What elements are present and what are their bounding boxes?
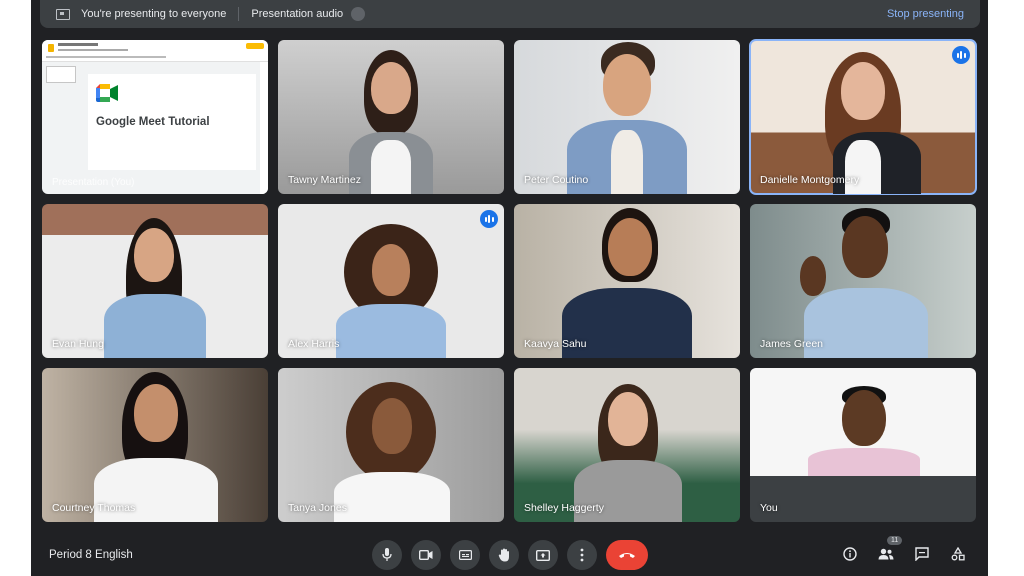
share-button — [246, 43, 264, 49]
presentation-audio-label: Presentation audio — [251, 8, 344, 20]
google-meet-logo-icon — [96, 84, 118, 102]
info-icon — [843, 547, 857, 561]
activities-icon — [951, 547, 965, 561]
participant-video — [788, 204, 938, 358]
participant-video — [552, 204, 702, 358]
participant-video — [557, 40, 697, 194]
participant-video — [552, 368, 702, 522]
hand-icon — [498, 548, 509, 562]
participant-tile[interactable]: Courtney Thomas — [42, 368, 268, 522]
slides-doc-icon — [48, 44, 54, 52]
participant-name: Danielle Montgomery — [760, 174, 860, 186]
participant-tile[interactable]: Shelley Haggerty — [514, 368, 740, 522]
more-vert-icon — [580, 548, 584, 562]
side-panel-controls: 11 — [841, 536, 967, 563]
divider — [238, 7, 240, 21]
participant-video — [793, 40, 933, 194]
camera-button[interactable] — [411, 540, 441, 570]
slides-toolbar — [42, 40, 268, 62]
participant-name: Courtney Thomas — [52, 502, 136, 514]
presentation-tile[interactable]: Google Meet Tutorial Presentation (You) — [42, 40, 268, 194]
participant-tile[interactable]: Alex Harris — [278, 204, 504, 358]
raise-hand-button[interactable] — [489, 540, 519, 570]
participant-tile[interactable]: Tanya Jones — [278, 368, 504, 522]
participant-tile[interactable]: Kaavya Sahu — [514, 204, 740, 358]
presentation-name-label: Presentation (You) — [52, 177, 135, 188]
participant-name: You — [760, 502, 778, 514]
participant-video — [316, 368, 466, 522]
microphone-icon — [382, 548, 392, 561]
participant-tile[interactable]: Peter Coutino — [514, 40, 740, 194]
activities-button[interactable] — [949, 545, 967, 563]
participant-name: James Green — [760, 338, 824, 350]
leave-call-button[interactable] — [606, 540, 648, 570]
slide-thumbnail — [46, 66, 76, 83]
participant-video — [80, 368, 230, 522]
present-screen-icon — [536, 549, 550, 561]
participant-grid: Google Meet Tutorial Presentation (You) … — [42, 39, 977, 522]
participant-tile[interactable]: Tawny Martinez — [278, 40, 504, 194]
meeting-details-button[interactable] — [841, 545, 859, 563]
speaking-indicator-icon — [480, 210, 498, 228]
call-controls — [372, 540, 648, 570]
participant-name: Kaavya Sahu — [524, 338, 587, 350]
participant-video — [316, 204, 466, 358]
slide-title: Google Meet Tutorial — [96, 116, 210, 128]
present-now-button[interactable] — [528, 540, 558, 570]
participant-tile[interactable]: You — [750, 368, 976, 522]
participant-tile[interactable]: Danielle Montgomery — [749, 39, 977, 195]
participant-name: Tanya Jones — [288, 502, 347, 514]
participant-tile[interactable]: Evan Hung — [42, 204, 268, 358]
slide-canvas: Google Meet Tutorial — [88, 74, 256, 170]
participant-name: Alex Harris — [288, 338, 340, 350]
speaking-indicator-icon — [952, 46, 970, 64]
people-icon — [878, 548, 894, 560]
hang-up-icon — [619, 553, 635, 558]
menu-line — [58, 49, 128, 51]
meet-window: You're presenting to everyone Presentati… — [31, 0, 988, 576]
more-options-button[interactable] — [567, 540, 597, 570]
slides-preview: Google Meet Tutorial — [42, 40, 268, 194]
present-screen-icon — [56, 8, 70, 20]
stop-presenting-button[interactable]: Stop presenting — [887, 8, 964, 20]
chat-button[interactable] — [913, 545, 931, 563]
doc-title-line — [58, 43, 98, 46]
participant-name: Peter Coutino — [524, 174, 589, 186]
presentation-audio-toggle[interactable] — [351, 7, 366, 21]
participant-name: Tawny Martinez — [288, 174, 361, 186]
presenting-status: You're presenting to everyone — [81, 8, 227, 20]
participant-tile[interactable]: James Green — [750, 204, 976, 358]
side-panel — [260, 62, 268, 194]
people-button[interactable]: 11 — [877, 536, 903, 563]
participant-name: Evan Hung — [52, 338, 104, 350]
meeting-name: Period 8 English — [49, 549, 133, 561]
captions-icon — [458, 550, 472, 560]
participant-video — [90, 204, 220, 358]
participant-video — [788, 368, 938, 522]
presenting-bar: You're presenting to everyone Presentati… — [40, 0, 980, 28]
microphone-button[interactable] — [372, 540, 402, 570]
chat-icon — [915, 547, 929, 561]
participant-count-badge: 11 — [887, 536, 903, 545]
participant-name: Shelley Haggerty — [524, 502, 604, 514]
captions-button[interactable] — [450, 540, 480, 570]
camera-icon — [419, 550, 433, 560]
tools-line — [46, 56, 166, 58]
participant-video — [331, 40, 451, 194]
